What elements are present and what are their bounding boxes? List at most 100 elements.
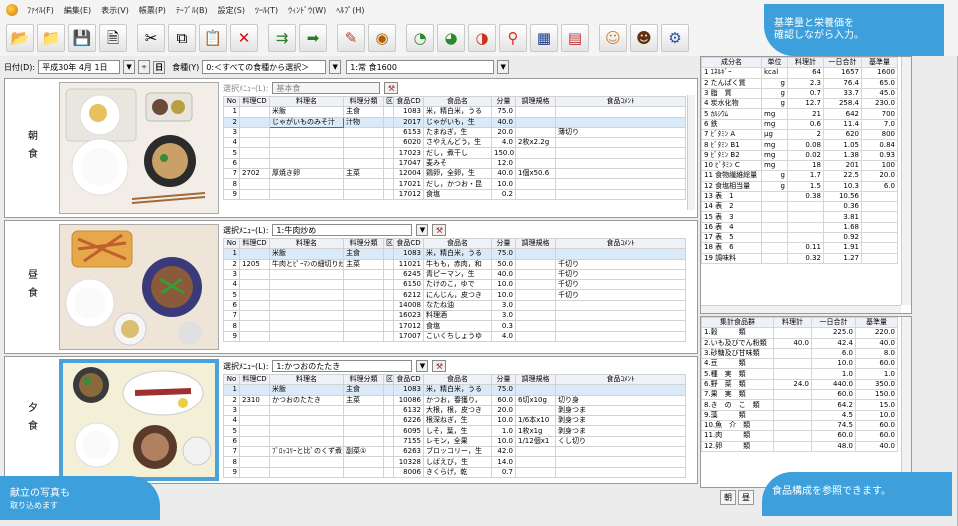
date-dropdown-button[interactable]: ▼ (123, 60, 136, 74)
chart-icon[interactable]: ▤ (561, 24, 589, 52)
table-row[interactable]: 4.豆 類 10.0 60.0 (701, 358, 898, 370)
table-row[interactable]: 19 調味料 0.32 1.27 (701, 252, 898, 264)
lunch-menu-select[interactable]: 1:牛肉炒め (272, 224, 413, 236)
open-folder-icon[interactable]: 📂 (6, 24, 34, 52)
table-row[interactable]: 8 17012 食塩 0.3 (223, 320, 686, 332)
breakfast-menu-select[interactable]: 基本食 (272, 82, 381, 94)
table-row[interactable]: 7.果 実 類 60.0 150.0 (701, 389, 898, 401)
col-amount[interactable]: 分量 (491, 95, 516, 108)
col-ku[interactable]: 区 (383, 95, 394, 108)
col-dish-name[interactable]: 料理名 (269, 95, 344, 108)
food-icon[interactable]: ◑ (468, 24, 496, 52)
dinner-menu-dropdown[interactable]: ▼ (416, 360, 429, 372)
table-row[interactable]: 2 じゃがいものみそ汁 汁物 2017 じゃがいも，生 40.0 (223, 116, 686, 128)
breakfast-scrollbar[interactable] (687, 95, 695, 210)
table-row[interactable]: 13 表 1 0.38 10.56 (701, 190, 898, 203)
ingredient-icon[interactable]: ◔ (406, 24, 434, 52)
col-dish-class[interactable]: 料理分類 (343, 95, 384, 108)
table-row[interactable]: 3 脂 質 g 0.7 33.7 45.0 (701, 87, 898, 100)
col-food-name[interactable]: 食品名 (423, 95, 492, 108)
date-field[interactable]: 平成30年 4月 1日 (38, 60, 121, 74)
menu-picker-icon[interactable]: ⚒ (432, 360, 447, 372)
table-row[interactable]: 3 6132 大根，根，皮つき 20.0 剥身つま (223, 404, 686, 417)
table-row[interactable]: 5 6212 にんじん，皮つき 10.0 千切り (223, 289, 686, 301)
dinner-menu-select[interactable]: 1:かつおのたたき (272, 360, 413, 372)
table-icon[interactable]: ▦ (530, 24, 558, 52)
export-icon[interactable]: ⇉ (268, 24, 296, 52)
table-row[interactable]: 5 17023 だし，煮干し 150.0 (223, 147, 686, 159)
table-row[interactable]: 10.魚 介 類 74.5 60.0 (701, 419, 898, 432)
table-row[interactable]: 8 ﾋﾞﾀﾐﾝ B1 mg 0.08 1.05 0.84 (701, 139, 898, 151)
table-row[interactable]: 14 表 2 0.36 (701, 201, 898, 213)
table-row[interactable]: 3 6245 青ピーマン，生 40.0 千切り (223, 268, 686, 281)
table-row[interactable]: 3 6153 たまねぎ，生 20.0 薄切り (223, 126, 686, 139)
menu-view[interactable]: 表示(V) (96, 5, 134, 16)
recipe-icon[interactable]: ✎ (337, 24, 365, 52)
table-row[interactable]: 10 ﾋﾞﾀﾐﾝ Cmg 18 201 100 (701, 159, 898, 172)
table-row[interactable]: 5 ｶﾙｼｳﾑ mg 21 642 700 (701, 108, 898, 120)
menu-table[interactable]: ﾃｰﾌﾞﾙ(B) (171, 5, 213, 16)
tab-lunch[interactable]: 昼 (738, 490, 754, 505)
lunch-menu-dropdown[interactable]: ▼ (416, 224, 429, 236)
table-row[interactable]: 8 10328 しばえび，生 14.0 (223, 456, 686, 468)
table-row[interactable]: 7 ﾌﾞﾛｯｺﾘｰと比ﾞのくず煮 副菜① 6263 ブロッコリー，生 42.0 (223, 446, 686, 458)
search-icon[interactable]: ⚲ (499, 24, 527, 52)
dinner-photo[interactable] (59, 359, 219, 481)
open-file-icon[interactable]: 📁 (37, 24, 65, 52)
shokushu-dropdown-button[interactable]: ▼ (329, 60, 342, 74)
copy-icon[interactable]: ⧉ (168, 24, 196, 52)
group-icon[interactable]: ☻ (630, 24, 658, 52)
tab-breakfast[interactable]: 朝 (720, 490, 736, 505)
food-group-scrollbar[interactable] (901, 317, 911, 487)
table-row[interactable]: 9 8006 きくらげ，乾 0.7 (223, 466, 686, 478)
menu-edit[interactable]: 編集(E) (59, 5, 96, 16)
table-row[interactable]: 21205牛肉とﾋﾟｰﾏﾝの細切り炒め主菜11021牛もも，赤肉，和50.0千切… (223, 258, 686, 270)
menu-picker-icon[interactable]: ⚒ (384, 82, 399, 94)
table-row[interactable]: 18 表 6 0.11 1.91 (701, 242, 898, 254)
paste-icon[interactable]: 📋 (199, 24, 227, 52)
nutrition-scrollbar[interactable] (901, 57, 911, 305)
delete-icon[interactable]: ✕ (230, 24, 258, 52)
col-spec[interactable]: 調理規格 (515, 95, 556, 108)
table-row[interactable]: 12.卵 類 48.0 40.0 (701, 440, 898, 452)
table-row[interactable]: 6 17047 麦みそ 12.0 (223, 157, 686, 170)
menu-picker-icon[interactable]: ⚒ (432, 224, 447, 236)
table-row[interactable]: 7 ﾋﾞﾀﾐﾝ Aμg 2 620 800 (701, 129, 898, 141)
table-row[interactable]: 7 2702 厚焼き卵 主菜 12004 鶏卵，全卵，生 40.0 1個x50.6 (223, 168, 686, 180)
table-row[interactable]: 3.砂糖及び甘味類 6.0 8.0 (701, 347, 898, 360)
nutrition-icon[interactable]: ◕ (437, 24, 465, 52)
table-row[interactable]: 8.き の こ 類 64.2 15.0 (701, 399, 898, 411)
print-icon[interactable]: 🗎 (99, 24, 127, 52)
table-row[interactable]: 11 食物繊維総量 g 1.7 22.5 20.0 (701, 170, 898, 182)
table-row[interactable]: 5 6095 しそ，葉，生 1.0 1枚x1g 剥身つま (223, 425, 686, 437)
menu-file[interactable]: ﾌｧｲﾙ(F) (22, 5, 59, 16)
table-row[interactable]: 1.穀 類 225.0 220.0 (701, 327, 898, 339)
calendar-icon[interactable]: 日 (153, 60, 166, 74)
table-row[interactable]: 9 ﾋﾞﾀﾐﾝ B2 mg 0.02 1.38 0.93 (701, 149, 898, 161)
table-row[interactable]: 1 米飯 主食 1083 米，精白米，うる 75.0 (223, 106, 686, 118)
col-dish-cd[interactable]: 料理CD (239, 95, 270, 108)
dish-icon[interactable]: ◉ (368, 24, 396, 52)
save-icon[interactable]: 💾 (68, 24, 96, 52)
table-row[interactable]: 2 たんぱく質 g 2.3 76.4 65.0 (701, 77, 898, 89)
table-row[interactable]: 16 表 4 1.68 (701, 221, 898, 234)
table-row[interactable]: 9 17012 食塩 0.2 (223, 188, 686, 200)
table-row[interactable]: 6 7155 レモン，全果 10.0 1/12個x1 くし切り (223, 435, 686, 448)
table-row[interactable]: 1 ｴﾈﾙｷﾞｰ kcal 64 1657 1600 (701, 67, 898, 79)
menu-window[interactable]: ｳｨﾝﾄﾞｳ(W) (283, 5, 331, 16)
import-icon[interactable]: ➡ (299, 24, 327, 52)
table-row[interactable]: 4 6226 根深ねぎ，生 10.0 1/6本x10 剥身つま (223, 415, 686, 427)
table-row[interactable]: 4 6150 たけのこ，ゆで 10.0 千切り (223, 279, 686, 291)
lunch-photo[interactable] (59, 224, 219, 350)
tools-icon[interactable]: ⚙ (661, 24, 689, 52)
date-spin-button[interactable]: ÷ (138, 60, 151, 74)
breakfast-photo[interactable] (59, 82, 219, 214)
table-row[interactable]: 6 14008 なたね油 3.0 (223, 299, 686, 312)
class-dropdown-button[interactable]: ▼ (497, 60, 510, 74)
table-row[interactable]: 1 米飯 主食 1083 米，精白米，うる 75.0 (223, 384, 686, 396)
table-row[interactable]: 6.野 菜 類 24.0 440.0 350.0 (701, 378, 898, 391)
table-row[interactable]: 15 表 3 3.81 (701, 211, 898, 223)
menu-help[interactable]: ﾍﾙﾌﾟ(H) (331, 5, 369, 16)
col-food-cd[interactable]: 食品CD (393, 95, 424, 108)
menu-settings[interactable]: 設定(S) (213, 5, 250, 16)
